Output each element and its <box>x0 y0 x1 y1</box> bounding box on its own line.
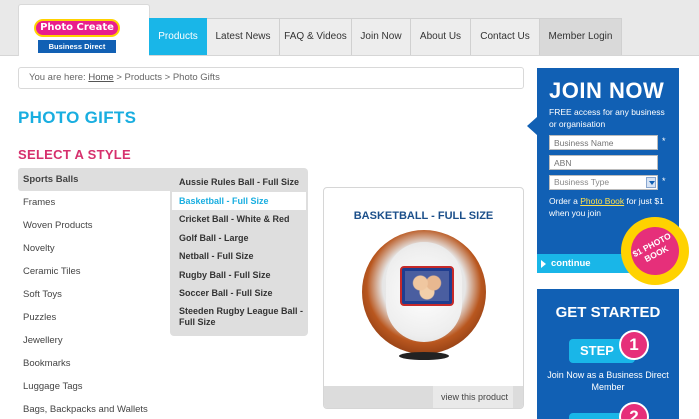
nav-tab-contact-us[interactable]: Contact Us <box>471 18 540 55</box>
subcategory-item[interactable]: Aussie Rules Ball - Full Size <box>170 173 308 192</box>
product-image[interactable] <box>359 228 489 366</box>
continue-button[interactable]: continue <box>537 254 632 273</box>
category-item[interactable]: Jewellery <box>18 329 178 352</box>
page-title: PHOTO GIFTS <box>18 108 137 127</box>
ball-stand <box>399 352 449 360</box>
subcategory-item[interactable]: Steeden Rugby League Ball - Full Size <box>170 303 308 329</box>
photo-print <box>400 266 454 306</box>
category-item[interactable]: Ceramic Tiles <box>18 260 178 283</box>
subcategory-item[interactable]: Netball - Full Size <box>170 247 308 266</box>
category-item[interactable]: Novelty <box>18 237 178 260</box>
main-nav: Products Latest News FAQ & Videos Join N… <box>149 18 622 55</box>
join-pointer-arrow <box>527 117 537 135</box>
category-item[interactable]: Soft Toys <box>18 283 178 306</box>
breadcrumb-home-link[interactable]: Home <box>88 72 113 83</box>
order-prefix: Order a <box>549 196 578 206</box>
get-started-title: GET STARTED <box>555 304 661 321</box>
breadcrumb-rest: > Products > Photo Gifts <box>116 72 220 83</box>
subcategory-item-selected[interactable]: Basketball - Full Size <box>172 191 306 210</box>
view-bar: view this product <box>324 386 523 408</box>
logo[interactable]: Photo Create Business Direct <box>18 4 150 56</box>
get-started-box: GET STARTED STEP 1 Join Now as a Busines… <box>537 289 679 419</box>
category-item[interactable]: Woven Products <box>18 214 178 237</box>
nav-tab-join-now[interactable]: Join Now <box>352 18 411 55</box>
category-list: Sports Balls Frames Woven Products Novel… <box>18 168 178 419</box>
required-marker: * <box>662 136 666 146</box>
nav-tab-products[interactable]: Products <box>149 18 207 55</box>
subcategory-item[interactable]: Rugby Ball - Full Size <box>170 266 308 285</box>
nav-tab-member-login[interactable]: Member Login <box>540 18 622 55</box>
nav-tab-about-us[interactable]: About Us <box>411 18 471 55</box>
join-order-text: Order a Photo Book for just $1 when you … <box>549 195 664 219</box>
step-1-number: 1 <box>619 330 649 360</box>
nav-tab-latest-news[interactable]: Latest News <box>207 18 280 55</box>
breadcrumb-prefix: You are here: <box>29 72 86 83</box>
product-card: BASKETBALL - FULL SIZE view this product <box>323 187 524 409</box>
product-title: BASKETBALL - FULL SIZE <box>353 210 494 222</box>
select-style-heading: SELECT A STYLE <box>18 147 132 162</box>
category-item[interactable]: Bags, Backpacks and Wallets <box>18 398 178 419</box>
photo-book-link[interactable]: Photo Book <box>580 196 624 206</box>
join-title: JOIN NOW <box>549 78 665 103</box>
business-name-input[interactable] <box>549 135 658 150</box>
subcategory-item[interactable]: Golf Ball - Large <box>170 229 308 248</box>
basketball-image <box>362 230 486 354</box>
join-subtitle: FREE access for any business or organisa… <box>549 107 665 129</box>
step-1-text: Join Now as a Business Direct Member <box>547 370 669 392</box>
subcategory-item[interactable]: Cricket Ball - White & Red <box>170 210 308 229</box>
step-2-number: 2 <box>619 402 649 419</box>
logo-bottom-text: Business Direct <box>38 40 116 53</box>
category-item[interactable]: Puzzles <box>18 306 178 329</box>
category-item[interactable]: Frames <box>18 191 178 214</box>
subcategory-item[interactable]: Soccer Ball - Full Size <box>170 284 308 303</box>
nav-tab-faq[interactable]: FAQ & Videos <box>280 18 352 55</box>
category-item[interactable]: Luggage Tags <box>18 375 178 398</box>
required-marker: * <box>662 176 666 186</box>
photo-book-badge: $1 PHOTO BOOK <box>622 218 688 284</box>
business-type-select[interactable]: Business Type <box>549 175 658 190</box>
logo-top: Photo Create <box>34 19 120 37</box>
subcategory-panel: Aussie Rules Ball - Full Size Basketball… <box>170 168 308 336</box>
business-type-value: Business Type <box>554 177 610 187</box>
category-item[interactable]: Sports Balls <box>18 168 178 191</box>
breadcrumb: You are here: Home > Products > Photo Gi… <box>18 67 524 89</box>
header: Photo Create Business Direct Products La… <box>0 0 699 56</box>
chevron-down-icon[interactable] <box>646 177 656 188</box>
abn-input[interactable] <box>549 155 658 170</box>
view-product-button[interactable]: view this product <box>433 386 513 408</box>
logo-top-text: Photo Create <box>36 21 118 35</box>
category-item[interactable]: Bookmarks <box>18 352 178 375</box>
